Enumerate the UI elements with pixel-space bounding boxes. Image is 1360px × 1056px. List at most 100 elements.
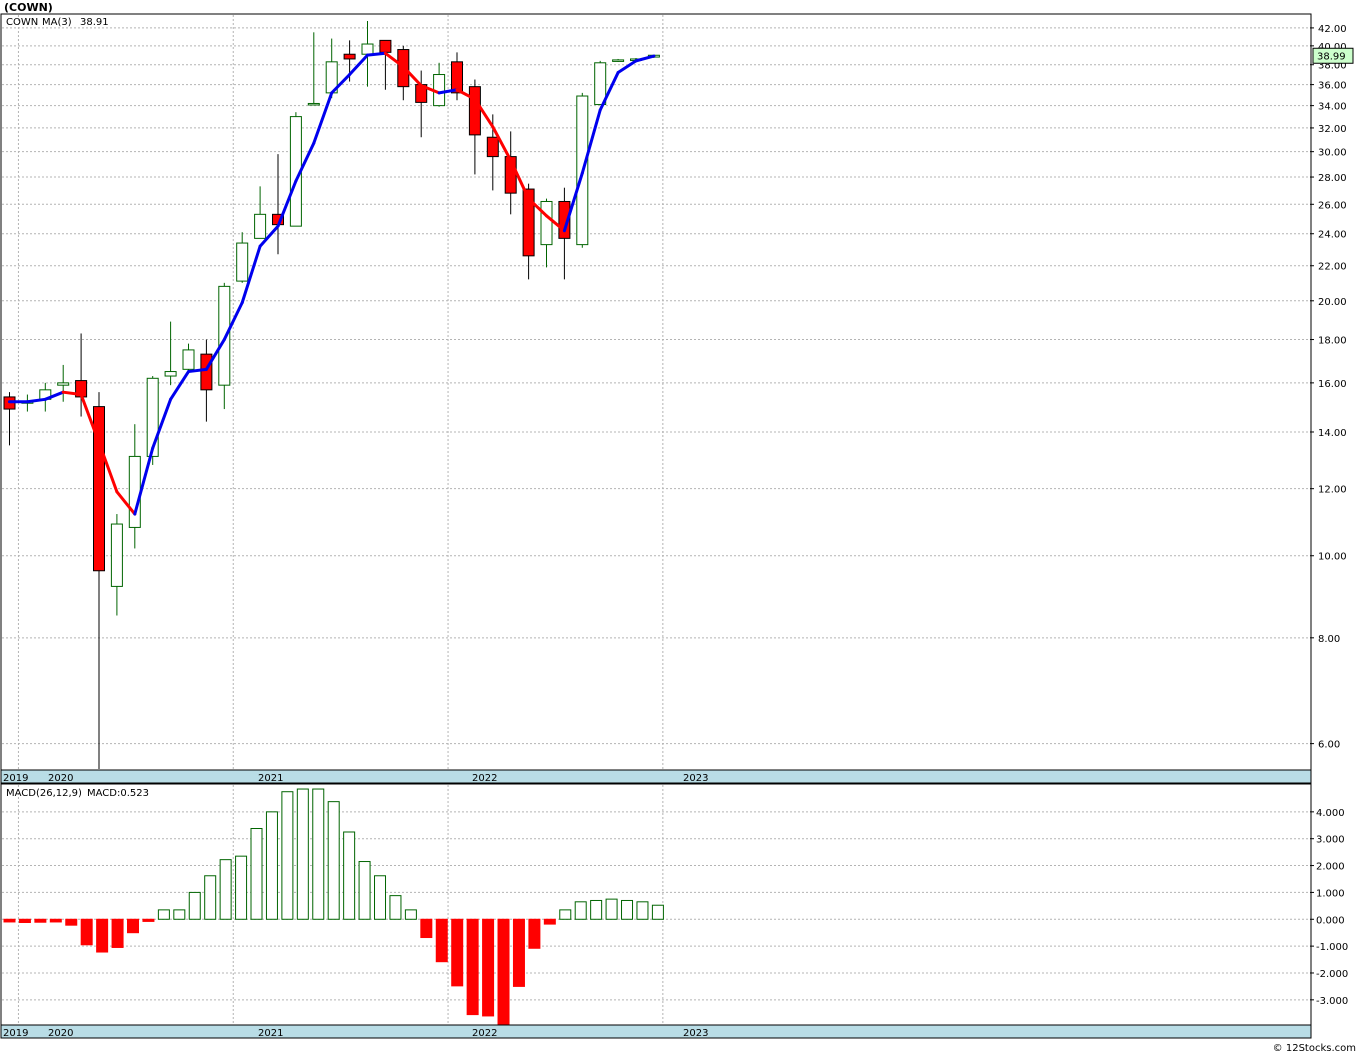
price-tick-label: 10.00 bbox=[1318, 552, 1347, 563]
price-tick-label: 8.00 bbox=[1318, 634, 1340, 645]
last-price-tag: 38.99 bbox=[1312, 47, 1354, 64]
macd-bar bbox=[389, 895, 402, 920]
macd-bar bbox=[281, 791, 294, 920]
year-label: 2023 bbox=[683, 773, 708, 784]
candle-body bbox=[540, 200, 553, 246]
macd-bar bbox=[559, 909, 572, 920]
macd-bar bbox=[621, 899, 634, 920]
macd-bar bbox=[219, 859, 232, 920]
candle-body bbox=[218, 285, 231, 386]
stock-chart: (COWN) 6.00 8.00 10.00 12.00 14.00 16.00 18.00… bbox=[0, 0, 1360, 1056]
macd-bar bbox=[404, 909, 417, 920]
legend-ma-label: MA(3) bbox=[42, 17, 72, 28]
macd-bar bbox=[188, 891, 201, 920]
macd-bar bbox=[435, 918, 448, 963]
macd-bar bbox=[49, 918, 62, 923]
year-label: 2019 bbox=[3, 773, 28, 784]
price-tick-label: 36.00 bbox=[1318, 81, 1347, 92]
year-band-top: 2019 2020 2021 2022 2023 bbox=[0, 769, 1312, 784]
macd-bar bbox=[574, 901, 587, 920]
macd-tick-label: -2.000 bbox=[1316, 969, 1348, 980]
year-band-bottom-bg bbox=[0, 1024, 1312, 1039]
macd-bar bbox=[96, 918, 109, 953]
price-tick-label: 30.00 bbox=[1318, 148, 1347, 159]
price-tick-label: 12.00 bbox=[1318, 485, 1347, 496]
macd-legend-label: MACD(26,12,9) bbox=[6, 788, 82, 799]
year-band-top-bg bbox=[0, 769, 1312, 784]
macd-bar bbox=[497, 918, 510, 1025]
candle-body bbox=[612, 59, 625, 62]
macd-bar bbox=[512, 918, 525, 987]
macd-bar bbox=[235, 855, 248, 920]
chart-title: (COWN) bbox=[4, 1, 53, 14]
price-legend: COWN MA(3) 38.91 bbox=[6, 17, 109, 28]
year-label: 2020 bbox=[48, 773, 73, 784]
price-tick-label: 16.00 bbox=[1318, 379, 1347, 390]
year-label: 2022 bbox=[472, 1028, 497, 1039]
macd-bar bbox=[528, 918, 541, 949]
macd-bar bbox=[482, 918, 495, 1017]
macd-bar bbox=[420, 918, 433, 939]
macd-bar bbox=[451, 918, 464, 987]
macd-bar bbox=[590, 899, 603, 920]
candle-body bbox=[594, 62, 607, 106]
price-tick-label: 14.00 bbox=[1318, 428, 1347, 439]
candle-body bbox=[57, 382, 70, 386]
macd-bar bbox=[157, 909, 170, 920]
macd-bar bbox=[543, 918, 556, 925]
macd-bar bbox=[142, 918, 155, 922]
candle-body bbox=[468, 86, 481, 136]
price-tick-label: 26.00 bbox=[1318, 200, 1347, 211]
price-tick-label: 24.00 bbox=[1318, 230, 1347, 241]
macd-legend-value: MACD:0.523 bbox=[87, 788, 149, 799]
macd-tick-label: 4.000 bbox=[1316, 808, 1345, 819]
candle-body bbox=[343, 53, 356, 60]
chart-background bbox=[0, 0, 1360, 1056]
year-label: 2019 bbox=[3, 1028, 28, 1039]
macd-bar bbox=[34, 918, 47, 923]
price-tick-label: 6.00 bbox=[1318, 740, 1340, 751]
macd-tick-label: 3.000 bbox=[1316, 835, 1345, 846]
macd-bar bbox=[18, 918, 31, 923]
macd-bar bbox=[127, 918, 140, 934]
year-label: 2021 bbox=[258, 773, 283, 784]
macd-bar bbox=[111, 918, 124, 948]
macd-bar bbox=[605, 898, 618, 920]
macd-bar bbox=[204, 875, 217, 920]
copyright: © 12Stocks.com bbox=[1273, 1043, 1356, 1054]
macd-bar bbox=[265, 811, 278, 920]
candle-body bbox=[254, 213, 267, 239]
candle-body bbox=[451, 61, 463, 94]
macd-bar bbox=[327, 801, 340, 920]
macd-tick-label: -3.000 bbox=[1316, 996, 1348, 1007]
year-label: 2023 bbox=[683, 1028, 708, 1039]
macd-bar bbox=[374, 875, 387, 920]
macd-bar bbox=[173, 909, 186, 920]
price-tick-label: 22.00 bbox=[1318, 262, 1347, 273]
price-tick-label: 28.00 bbox=[1318, 173, 1347, 184]
candle-body bbox=[164, 371, 177, 377]
candle-body bbox=[200, 353, 213, 391]
macd-tick-label: 0.000 bbox=[1316, 915, 1345, 926]
macd-bar bbox=[343, 831, 356, 920]
price-tick-label: 42.00 bbox=[1318, 24, 1347, 35]
legend-symbol: COWN bbox=[6, 17, 38, 28]
macd-bar bbox=[651, 904, 664, 920]
macd-bar bbox=[65, 918, 78, 926]
legend-ma-value: 38.91 bbox=[80, 17, 109, 28]
year-band-bottom: 2019 2020 2021 2022 2023 bbox=[0, 1024, 1312, 1039]
candle-body bbox=[110, 523, 123, 587]
year-label: 2022 bbox=[472, 773, 497, 784]
candle-body bbox=[486, 136, 499, 158]
candle-body bbox=[307, 102, 320, 106]
macd-bar bbox=[296, 788, 309, 920]
candle-body bbox=[182, 349, 195, 370]
macd-tick-label: -1.000 bbox=[1316, 942, 1348, 953]
macd-tick-label: 1.000 bbox=[1316, 888, 1345, 899]
price-tick-label: 34.00 bbox=[1318, 102, 1347, 113]
macd-bar bbox=[3, 918, 16, 923]
macd-bar bbox=[250, 828, 263, 920]
year-label: 2020 bbox=[48, 1028, 73, 1039]
macd-bar bbox=[358, 861, 371, 920]
macd-legend: MACD(26,12,9) MACD:0.523 bbox=[6, 788, 149, 799]
